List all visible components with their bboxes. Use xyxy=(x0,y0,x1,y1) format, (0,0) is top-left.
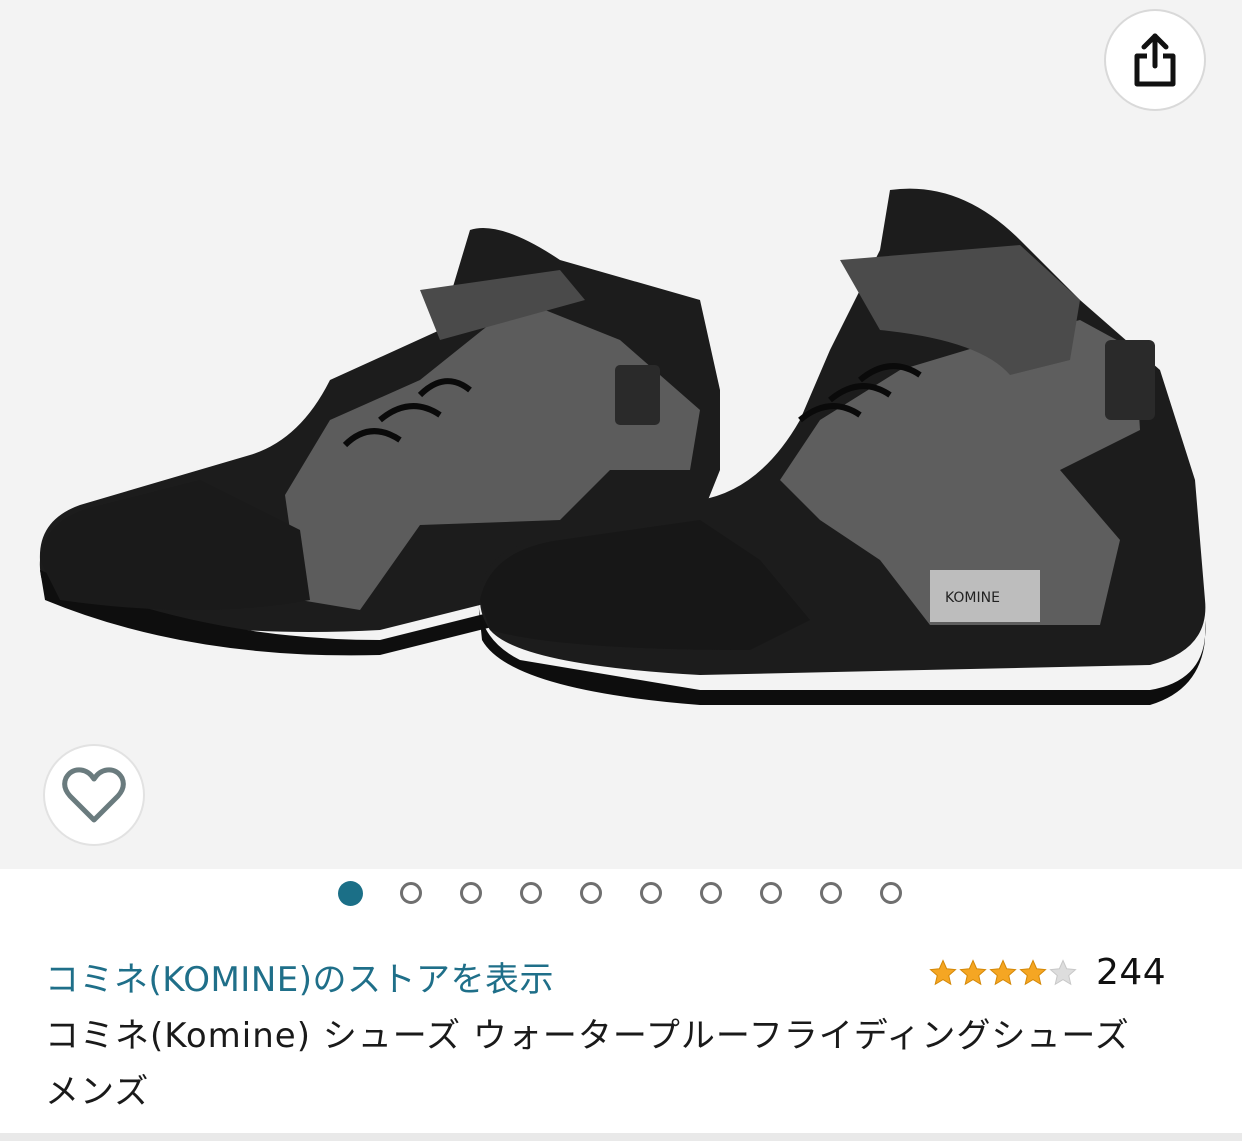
product-image: KOMINE xyxy=(39,188,1206,705)
star-filled-icon xyxy=(959,958,987,985)
store-link[interactable]: コミネ(KOMINE)のストアを表示 xyxy=(45,952,554,1001)
star-filled-icon xyxy=(1019,958,1047,985)
carousel-dot[interactable] xyxy=(400,882,422,904)
section-divider xyxy=(0,1133,1242,1141)
product-image-area[interactable]: KOMINE xyxy=(0,0,1242,869)
share-button[interactable] xyxy=(1106,11,1204,109)
carousel-dot[interactable] xyxy=(820,882,842,904)
carousel-dot[interactable] xyxy=(760,882,782,904)
carousel-dot[interactable] xyxy=(880,882,902,904)
heart-icon xyxy=(62,767,126,823)
rating-summary[interactable]: 244 xyxy=(928,952,1166,993)
star-empty-icon xyxy=(1049,958,1077,985)
carousel-dot[interactable] xyxy=(640,882,662,904)
svg-text:KOMINE: KOMINE xyxy=(945,590,1000,606)
share-icon xyxy=(1134,33,1176,87)
rating-count[interactable]: 244 xyxy=(1096,952,1166,993)
carousel-dot[interactable] xyxy=(700,882,722,904)
carousel-indicator[interactable] xyxy=(0,881,1242,910)
star-filled-icon xyxy=(989,958,1017,985)
star-filled-icon xyxy=(929,958,957,985)
carousel-dot[interactable] xyxy=(460,882,482,904)
carousel-dot[interactable] xyxy=(520,882,542,904)
product-title: コミネ(Komine) シューズ ウォータープルーフライディングシューズ メンズ xyxy=(45,1016,1130,1112)
star-rating xyxy=(928,958,1078,988)
carousel-dot[interactable] xyxy=(580,882,602,904)
carousel-dot[interactable] xyxy=(338,881,363,906)
favorite-button[interactable] xyxy=(45,746,143,844)
